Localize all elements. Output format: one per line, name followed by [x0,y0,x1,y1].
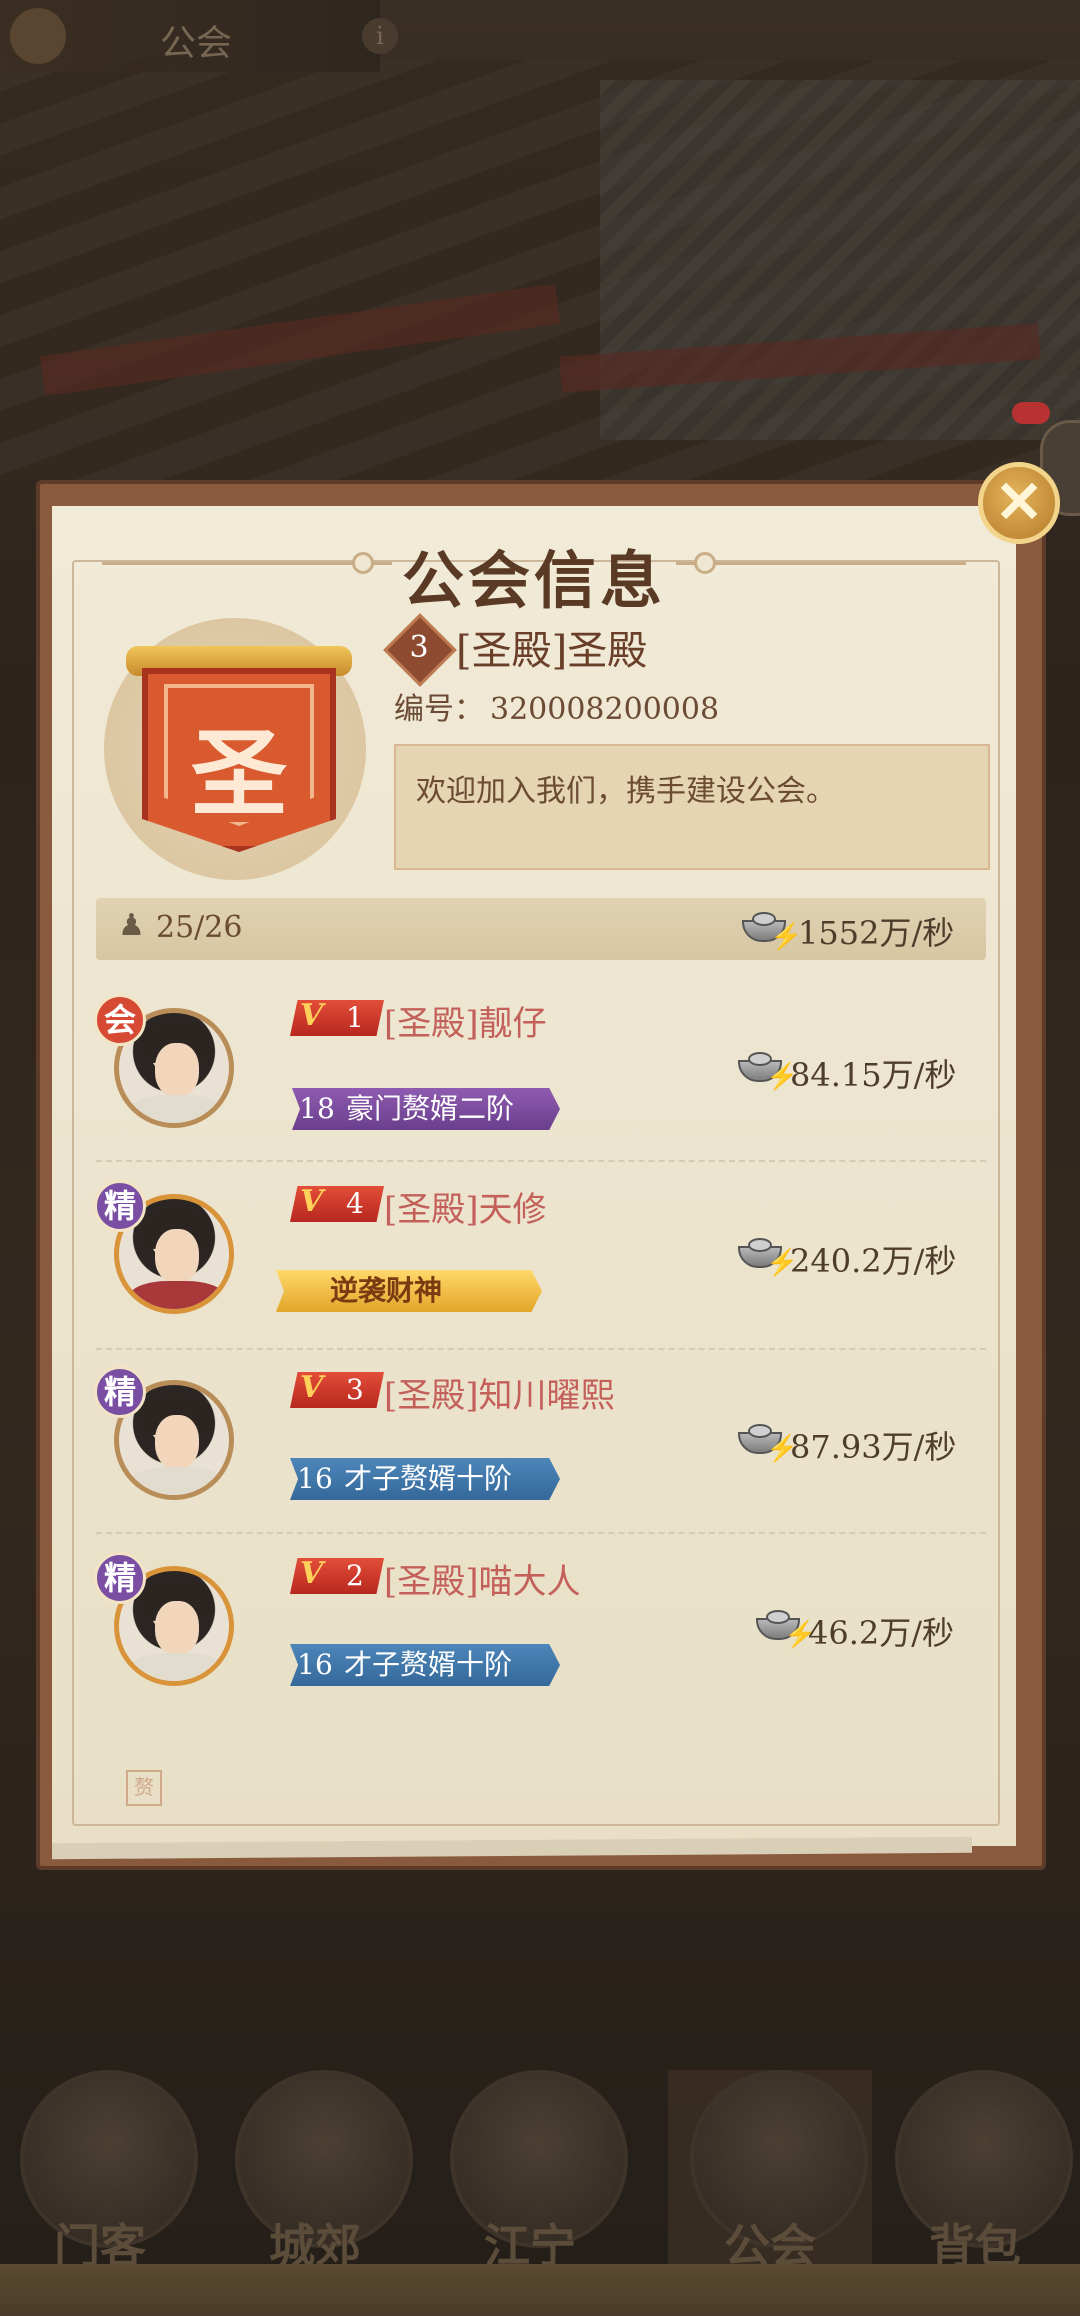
vip-level: 2 [346,1559,364,1592]
close-button[interactable]: ✕ [978,462,1060,544]
silver-ingot-icon: ⚡ [738,1238,798,1278]
guild-id-value: 320008200008 [490,692,720,727]
vip-level: 1 [346,1001,364,1034]
vip-icon: V [300,1556,324,1591]
guild-total-income: 1552万/秒 [798,914,955,952]
notification-dot [1012,402,1050,424]
role-badge-elite: 精 [94,1180,146,1232]
nav-item-menke[interactable]: 门客 [0,2060,200,2290]
title-name: 逆袭财神 [330,1274,443,1307]
nav-strip [0,2264,1080,2316]
member-title-tag: 逆袭财神 [276,1270,542,1312]
role-badge-elite: 精 [94,1366,146,1418]
row-divider [96,1532,986,1534]
title-name: 才子赘婿十阶 [344,1462,513,1495]
guild-id-label: 编号： [394,692,484,727]
guild-notice: 欢迎加入我们，携手建设公会。 [416,774,836,809]
top-bar-title: 公会 [160,23,233,64]
guild-emblem-icon[interactable] [10,8,66,64]
title-name: 才子赘婿十阶 [344,1648,513,1681]
vip-icon: V [300,998,324,1033]
vip-badge: V4 [290,1184,384,1222]
nav-item-bag[interactable]: 背包 [875,2060,1075,2290]
top-bar: 公会 i [0,0,398,72]
member-name: [圣殿]靓仔 [384,1004,547,1044]
member-count: 25/26 [156,910,243,945]
row-divider [96,1348,986,1350]
vip-badge: V1 [290,998,384,1036]
role-badge-leader: 会 [94,994,146,1046]
seal-stamp: 赘 [126,1770,162,1806]
vip-level: 3 [346,1373,364,1406]
info-icon[interactable]: i [362,18,398,54]
silver-ingot-icon: ⚡ [742,912,802,952]
nav-item-jiangning[interactable]: 江宁 [430,2060,630,2290]
vip-icon: V [300,1184,324,1219]
guild-emblem-char: 圣 [191,717,287,830]
dialog-title: 公会信息 [401,544,666,617]
guild-name: [圣殿]圣殿 [456,628,648,674]
vip-level: 4 [346,1187,364,1220]
nav-item-chengjiao[interactable]: 城郊 [215,2060,415,2290]
member-title-tag: 16 才子赘婿十阶 [290,1458,560,1500]
member-income: 240.2万/秒 [790,1242,957,1280]
nav-item-guild[interactable]: 公会 [670,2060,870,2290]
title-name: 豪门赘婿二阶 [346,1092,515,1125]
member-title-tag: 18 豪门赘婿二阶 [292,1088,560,1130]
member-income: 87.93万/秒 [790,1428,957,1466]
silver-ingot-icon: ⚡ [738,1052,798,1092]
member-name: [圣殿]天修 [384,1190,547,1230]
vip-icon: V [300,1370,324,1405]
silver-ingot-icon: ⚡ [756,1610,816,1650]
silver-ingot-icon: ⚡ [738,1424,798,1464]
dialog-title-wrap: 公会信息 [72,530,996,617]
member-name: [圣殿]喵大人 [384,1562,581,1602]
guild-level: 3 [409,630,429,665]
member-income: 46.2万/秒 [808,1614,955,1652]
vip-badge: V3 [290,1370,384,1408]
roof-tiles-background [600,80,1080,440]
member-icon: ♟ [118,908,145,943]
vip-badge: V2 [290,1556,384,1594]
guild-id: 编号： 320008200008 [394,684,719,728]
member-income: 84.15万/秒 [790,1056,957,1094]
row-divider [96,1160,986,1162]
member-title-tag: 16 才子赘婿十阶 [290,1644,560,1686]
member-name: [圣殿]知川曜熙 [384,1376,615,1416]
role-badge-elite: 精 [94,1552,146,1604]
